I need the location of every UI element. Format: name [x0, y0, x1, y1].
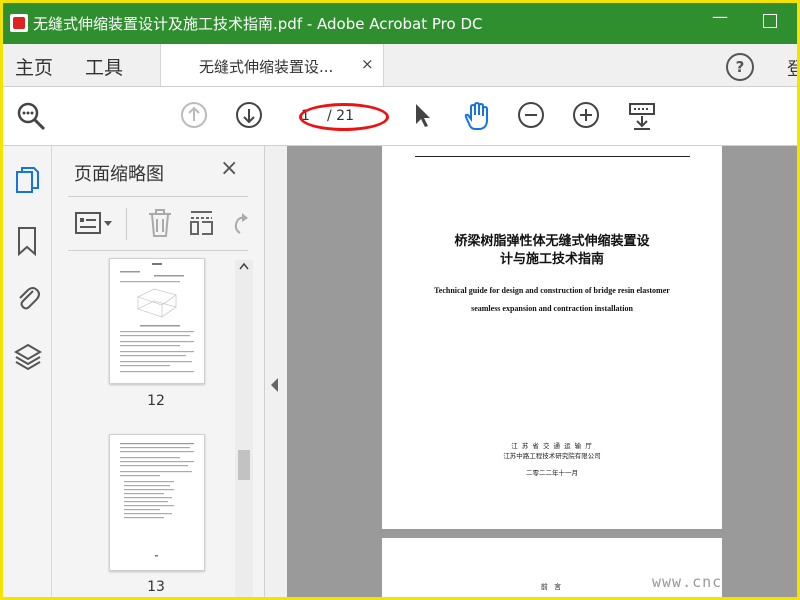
highlight-annotation [299, 103, 389, 131]
divider [68, 196, 248, 197]
divider [68, 250, 248, 251]
panel-title: 页面缩略图 [74, 164, 164, 185]
insert-pages-icon[interactable] [188, 208, 216, 238]
minimize-button[interactable]: — [712, 7, 728, 26]
document-title-cn-line1: 桥梁树脂弹性体无缝式伸缩装置设 [454, 234, 650, 249]
close-tab-button[interactable]: × [361, 55, 374, 73]
acrobat-app-icon[interactable] [10, 14, 28, 32]
thumbnail-options-icon[interactable] [74, 210, 114, 236]
panel-collapse-strip [265, 146, 287, 597]
document-tab[interactable]: 无缝式伸缩装置设... × [160, 44, 384, 86]
thumbnail-scrollbar[interactable] [235, 260, 253, 597]
page-number-label: 13 [147, 579, 165, 595]
sign-in-label[interactable]: 登 [787, 55, 797, 81]
app-window: 无缝式伸缩装置设计及施工技术指南.pdf - Adobe Acrobat Pro… [0, 0, 800, 600]
rotate-page-icon[interactable] [228, 208, 252, 238]
header-rule [415, 156, 690, 157]
page-number-label: 12 [147, 393, 165, 409]
issuing-institute: 江苏中路工程技术研究院有限公司 [503, 452, 601, 460]
maximize-button[interactable] [763, 14, 777, 28]
issuing-authority: 江 苏 省 交 通 运 输 厅 [511, 442, 593, 450]
page-display-icon[interactable] [626, 100, 658, 132]
scrollbar-thumb[interactable] [238, 450, 250, 480]
divider [126, 208, 127, 240]
thumbnail-toolbar [52, 198, 264, 248]
help-icon[interactable]: ? [726, 53, 754, 81]
page-thumbnail-preview [120, 263, 194, 373]
scroll-up-icon[interactable] [239, 262, 249, 270]
document-title-en-line1: Technical guide for design and construct… [434, 286, 670, 295]
attachments-icon[interactable] [14, 282, 40, 312]
collapse-panel-icon[interactable] [271, 378, 278, 392]
document-page: 桥梁树脂弹性体无缝式伸缩装置设 计与施工技术指南 Technical guide… [382, 146, 722, 529]
tab-tools[interactable]: 工具 [85, 53, 123, 80]
page-thumbnail-preview [120, 443, 194, 557]
document-title-en-line2: seamless expansion and contraction insta… [471, 304, 633, 313]
close-panel-button[interactable]: × [220, 156, 238, 181]
delete-pages-icon[interactable] [146, 208, 174, 238]
zoom-out-icon[interactable] [516, 100, 546, 130]
select-tool-icon[interactable] [409, 100, 435, 130]
bookmarks-icon[interactable] [14, 226, 40, 256]
next-page-icon[interactable] [234, 100, 264, 130]
zoom-in-icon[interactable] [571, 100, 601, 130]
page-thumbnails-panel: 页面缩略图 × 12 13 [52, 146, 265, 597]
document-view[interactable]: 桥梁树脂弹性体无缝式伸缩装置设 计与施工技术指南 Technical guide… [287, 146, 797, 597]
title-bar: 无缝式伸缩装置设计及施工技术指南.pdf - Adobe Acrobat Pro… [3, 3, 797, 44]
tab-home[interactable]: 主页 [15, 53, 53, 80]
document-tab-label: 无缝式伸缩装置设... [199, 58, 334, 76]
toolbar: 1 / 21 [3, 87, 797, 146]
document-title-cn-line2: 计与施工技术指南 [499, 252, 604, 267]
page-thumbnail[interactable] [109, 258, 205, 384]
page-thumbnails-icon[interactable] [14, 166, 40, 196]
tab-bar: 主页 工具 无缝式伸缩装置设... × ? 登 [3, 44, 797, 87]
window-title: 无缝式伸缩装置设计及施工技术指南.pdf - Adobe Acrobat Pro… [33, 15, 483, 33]
hand-tool-icon[interactable] [460, 100, 492, 132]
previous-page-icon[interactable] [179, 100, 209, 130]
watermark-text: www.cnc [652, 573, 723, 591]
left-navigation-rail [3, 146, 52, 597]
issue-date: 二零二二年十一月 [526, 469, 578, 477]
search-icon[interactable] [15, 100, 47, 132]
layers-icon[interactable] [14, 342, 42, 372]
page-thumbnail[interactable] [109, 434, 205, 571]
